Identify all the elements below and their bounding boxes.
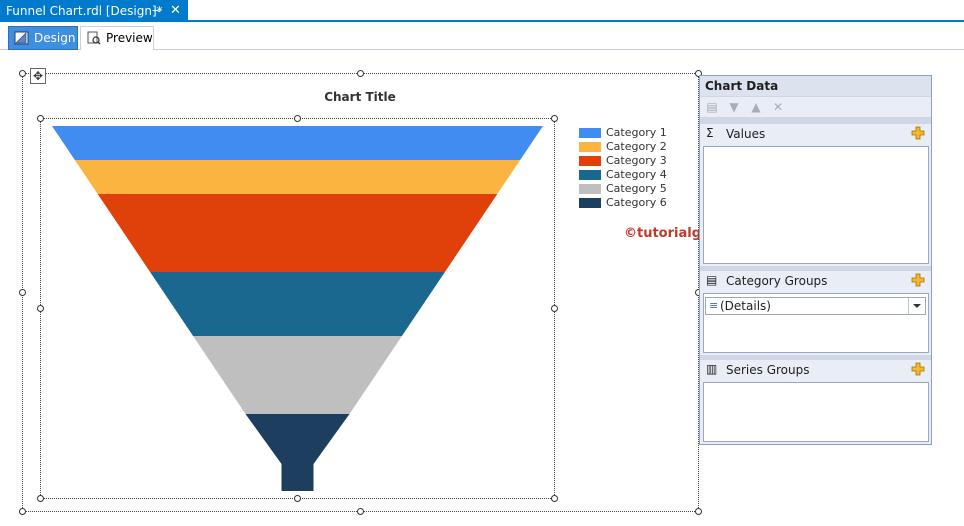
- legend-label: Category 4: [606, 168, 667, 181]
- resize-handle[interactable]: [19, 508, 26, 515]
- report-designer: Funnel Chart.rdl [Design]* ⊸ ✕ Design Pr…: [0, 0, 964, 526]
- plot-resize-handle[interactable]: [37, 305, 44, 312]
- tab-preview-label: Preview: [106, 31, 153, 45]
- legend-swatch: [579, 184, 601, 194]
- resize-handle[interactable]: [695, 508, 702, 515]
- move-up-icon[interactable]: ▲: [748, 99, 764, 115]
- add-series-group-icon[interactable]: [911, 362, 925, 376]
- resize-handle[interactable]: [19, 289, 26, 296]
- delete-icon[interactable]: ✕: [770, 99, 786, 115]
- pin-icon[interactable]: ⊸: [152, 0, 161, 22]
- legend-label: Category 2: [606, 140, 667, 153]
- plot-resize-handle[interactable]: [551, 115, 558, 122]
- plot-resize-handle[interactable]: [37, 115, 44, 122]
- document-tab-title: Funnel Chart.rdl [Design]*: [6, 4, 163, 18]
- add-value-icon[interactable]: [911, 126, 925, 140]
- document-tab-strip: Funnel Chart.rdl [Design]* ⊸ ✕: [0, 0, 964, 22]
- legend-label: Category 5: [606, 182, 667, 195]
- sigma-icon: Σ: [706, 126, 714, 140]
- details-icon: ≡: [709, 299, 719, 312]
- series-groups-section: ▥ Series Groups: [700, 360, 931, 444]
- values-section: Σ Values: [700, 124, 931, 266]
- values-header: Σ Values: [700, 124, 931, 144]
- tab-design[interactable]: Design: [8, 26, 78, 50]
- series-groups-label: Series Groups: [726, 363, 810, 377]
- plot-resize-handle[interactable]: [37, 495, 44, 502]
- resize-handle[interactable]: [19, 70, 26, 77]
- plot-resize-handle[interactable]: [551, 305, 558, 312]
- view-tab-strip: Design Preview: [0, 23, 964, 50]
- plot-resize-handle[interactable]: [294, 495, 301, 502]
- plot-resize-handle[interactable]: [551, 495, 558, 502]
- close-icon[interactable]: ✕: [170, 0, 181, 22]
- category-groups-header: ▤ Category Groups: [700, 271, 931, 291]
- plot-resize-handle[interactable]: [294, 115, 301, 122]
- properties-icon[interactable]: ▤: [704, 99, 720, 115]
- legend-label: Category 3: [606, 154, 667, 167]
- series-groups-icon: ▥: [706, 362, 718, 376]
- chart-data-pane: Chart Data ▤ ▼ ▲ ✕ Σ Values ▤ Category G…: [699, 75, 932, 445]
- document-tab[interactable]: Funnel Chart.rdl [Design]* ⊸ ✕: [0, 0, 188, 22]
- legend-swatch: [579, 156, 601, 166]
- legend-swatch: [579, 128, 601, 138]
- chart-title[interactable]: Chart Title: [300, 90, 420, 104]
- preview-icon: [87, 31, 101, 45]
- resize-handle[interactable]: [357, 508, 364, 515]
- values-label: Values: [726, 127, 766, 141]
- chevron-down-icon[interactable]: [908, 298, 925, 314]
- resize-handle[interactable]: [357, 70, 364, 77]
- category-group-details-dropdown[interactable]: ≡ (Details): [705, 297, 926, 315]
- chart-data-toolbar: ▤ ▼ ▲ ✕: [700, 97, 931, 117]
- design-ruler-icon: [14, 31, 29, 45]
- values-well[interactable]: [703, 146, 929, 264]
- tab-design-label: Design: [34, 31, 76, 45]
- move-down-icon[interactable]: ▼: [726, 99, 742, 115]
- category-group-details-label: (Details): [720, 299, 771, 313]
- legend-label: Category 6: [606, 196, 667, 209]
- series-groups-header: ▥ Series Groups: [700, 360, 931, 380]
- category-groups-label: Category Groups: [726, 274, 828, 288]
- chart-data-title: Chart Data: [700, 76, 931, 96]
- add-category-group-icon[interactable]: [911, 273, 925, 287]
- tab-preview[interactable]: Preview: [80, 26, 154, 50]
- move-handle-icon[interactable]: ✥: [30, 68, 46, 84]
- legend-label: Category 1: [606, 126, 667, 139]
- legend-swatch: [579, 142, 601, 152]
- legend-swatch: [579, 198, 601, 208]
- category-groups-icon: ▤: [706, 273, 718, 287]
- series-groups-well[interactable]: [703, 382, 929, 442]
- legend-swatch: [579, 170, 601, 180]
- plot-area[interactable]: [40, 118, 555, 499]
